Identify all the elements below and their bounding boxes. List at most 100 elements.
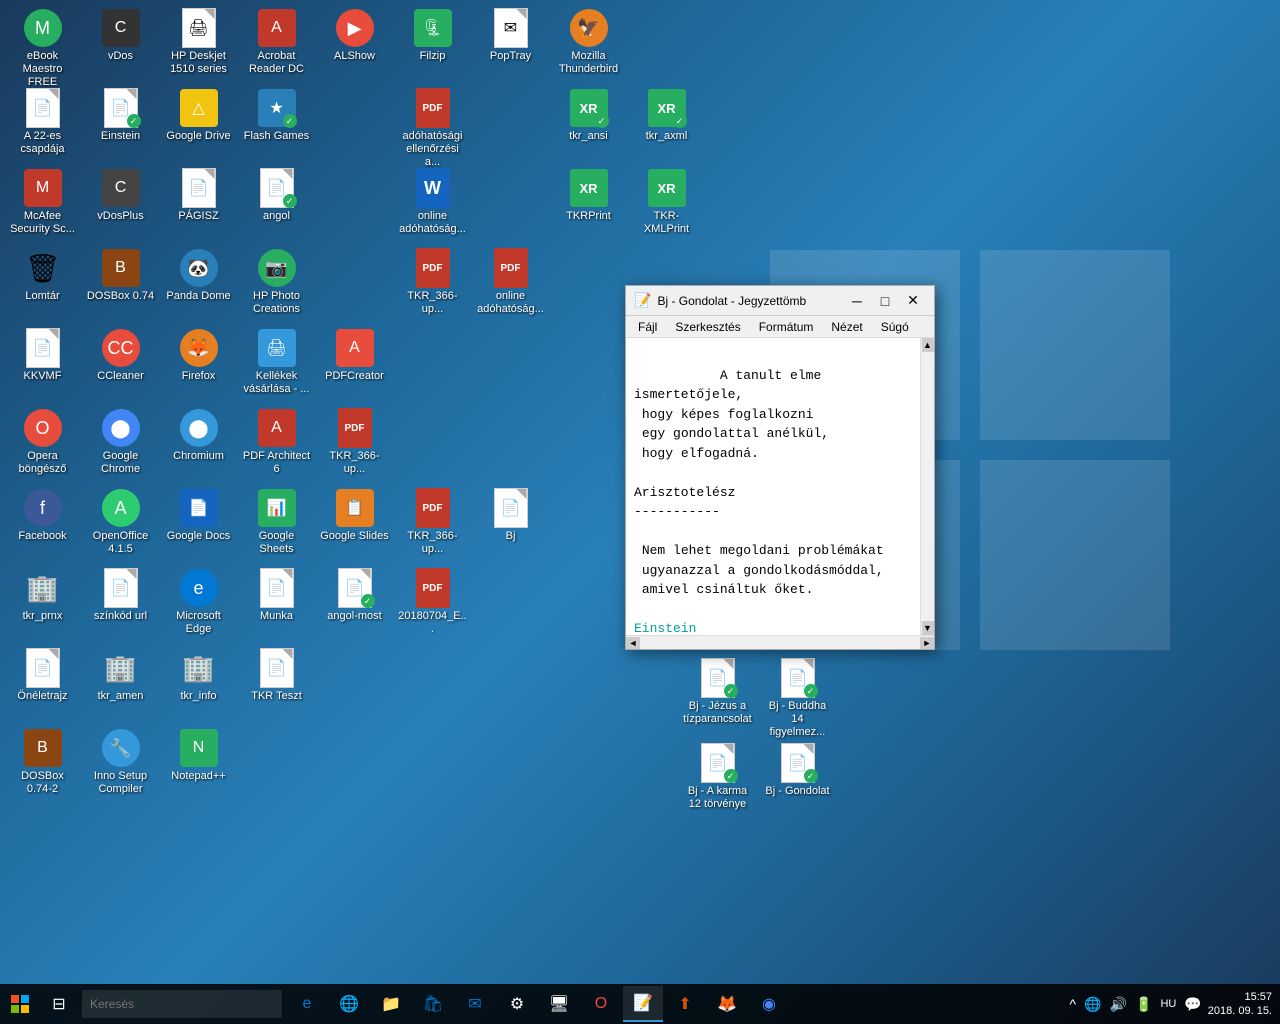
desktop-icon-dosbox074[interactable]: BDOSBox 0.74: [83, 245, 158, 306]
start-button[interactable]: [0, 984, 40, 1024]
desktop-icon-tkr-teszt[interactable]: 📄TKR Teszt: [239, 645, 314, 706]
desktop-icon-tkr-amen[interactable]: 🏢tkr_amen: [83, 645, 158, 706]
systray-sound[interactable]: 🔊: [1108, 996, 1129, 1013]
notepad-close-button[interactable]: ✕: [900, 290, 926, 312]
desktop-icon-tkr-prnx[interactable]: 🏢tkr_prnx: [5, 565, 80, 626]
desktop-icon-munka[interactable]: 📄Munka: [239, 565, 314, 626]
desktop-icon-openoffice[interactable]: AOpenOffice 4.1.5: [83, 485, 158, 559]
systray-network[interactable]: 🌐: [1082, 996, 1103, 1013]
desktop-icon-facebook[interactable]: fFacebook: [5, 485, 80, 546]
desktop-icon-oneletrajz[interactable]: 📄Önéletrajz: [5, 645, 80, 706]
scroll-down-button[interactable]: ▼: [922, 621, 934, 635]
systray-notifications[interactable]: 💬: [1182, 996, 1203, 1013]
taskbar-firefox-icon[interactable]: 🦊: [707, 986, 747, 1022]
taskbar-clock[interactable]: 15:57 2018. 09. 15.: [1208, 990, 1272, 1019]
desktop-icon-einstein[interactable]: 📄✓Einstein: [83, 85, 158, 146]
taskbar-opera-icon[interactable]: O: [581, 986, 621, 1022]
desktop-icon-bj-jezus[interactable]: 📄✓Bj - Jézus a tízparancsolat: [680, 655, 755, 729]
desktop-icon-alshow[interactable]: ▶ALShow: [317, 5, 392, 66]
desktop-icon-angol-most[interactable]: 📄✓angol-most: [317, 565, 392, 626]
icon-label-facebook: Facebook: [18, 530, 66, 543]
taskbar-np-icon[interactable]: 📝: [623, 986, 663, 1022]
desktop-icon-chromium[interactable]: ⬤Chromium: [161, 405, 236, 466]
notepad-menu-edit[interactable]: Szerkesztés: [667, 316, 748, 338]
desktop-icon-20180704[interactable]: PDF20180704_E...: [395, 565, 470, 639]
desktop-icon-vdosplus[interactable]: CvDosPlus: [83, 165, 158, 226]
taskbar-mail-icon[interactable]: ✉: [455, 986, 495, 1022]
desktop-icon-pdf-architect[interactable]: APDF Architect 6: [239, 405, 314, 479]
desktop-icon-acrobat[interactable]: AAcrobat Reader DC: [239, 5, 314, 79]
notepad-menu-format[interactable]: Formátum: [751, 316, 822, 338]
desktop-icon-tkr-366-3[interactable]: PDFTKR_366-up...: [395, 485, 470, 559]
desktop-icon-tkr-axml[interactable]: XR✓tkr_axml: [629, 85, 704, 146]
scroll-right-button[interactable]: ►: [920, 637, 934, 649]
desktop-icon-inno-setup[interactable]: 🔧Inno Setup Compiler: [83, 725, 158, 799]
desktop-icon-online-adohat1[interactable]: Wonline adóhatóság...: [395, 165, 470, 239]
systray-keyboard[interactable]: HU: [1158, 998, 1178, 1010]
desktop-icon-tkr-366-1[interactable]: PDFTKR_366-up...: [395, 245, 470, 319]
desktop-icon-szinkod-url[interactable]: 📄színkód url: [83, 565, 158, 626]
taskbar-chrome-icon[interactable]: ◉: [749, 986, 789, 1022]
desktop-icon-notepadpp[interactable]: NNotepad++: [161, 725, 236, 786]
desktop-icon-bj[interactable]: 📄Bj: [473, 485, 548, 546]
desktop-icon-angol[interactable]: 📄✓angol: [239, 165, 314, 226]
desktop-icon-kellekek[interactable]: 🖨Kellékek vásárlása - ...: [239, 325, 314, 399]
taskbar-edge-icon[interactable]: e: [287, 986, 327, 1022]
notepad-minimize-button[interactable]: ─: [844, 290, 870, 312]
taskbar-search-input[interactable]: [82, 990, 282, 1018]
taskbar-store-icon[interactable]: 🛍: [413, 986, 453, 1022]
desktop-icon-lomtar[interactable]: 🗑Lomtár: [5, 245, 80, 306]
notepad-scrollbar[interactable]: ▲ ▼: [920, 338, 934, 635]
desktop-icon-bj-gondolat[interactable]: 📄✓Bj - Gondolat: [760, 740, 835, 801]
desktop-icon-ebook-maestro[interactable]: MeBook Maestro FREE: [5, 5, 80, 93]
desktop-icon-google-docs[interactable]: 📄Google Docs: [161, 485, 236, 546]
notepad-text-content[interactable]: A tanult elme ismertetőjele, hogy képes …: [626, 338, 920, 635]
systray-expand[interactable]: ^: [1068, 996, 1079, 1012]
scroll-left-button[interactable]: ◄: [626, 637, 640, 649]
desktop-icon-a22-csapda[interactable]: 📄A 22-es csapdája: [5, 85, 80, 159]
taskbar-cmd-icon[interactable]: 🖥: [539, 986, 579, 1022]
scroll-up-button[interactable]: ▲: [922, 338, 934, 352]
desktop-icon-google-chrome[interactable]: ⬤Google Chrome: [83, 405, 158, 479]
taskbar-filezilla-icon[interactable]: ⬆: [665, 986, 705, 1022]
taskbar-files-icon[interactable]: 📁: [371, 986, 411, 1022]
notepad-menu-file[interactable]: Fájl: [630, 316, 665, 338]
desktop-icon-vdos[interactable]: CvDos: [83, 5, 158, 66]
desktop-icon-ms-edge[interactable]: eMicrosoft Edge: [161, 565, 236, 639]
systray-battery[interactable]: 🔋: [1133, 996, 1154, 1013]
desktop-icon-hp-photo[interactable]: 📷HP Photo Creations: [239, 245, 314, 319]
desktop-icon-panda-dome[interactable]: 🐼Panda Dome: [161, 245, 236, 306]
desktop-icon-pagisz[interactable]: 📄PÁGISZ: [161, 165, 236, 226]
desktop-icon-ccleaner[interactable]: CCCCleaner: [83, 325, 158, 386]
desktop-icon-tkr-info[interactable]: 🏢tkr_info: [161, 645, 236, 706]
desktop-icon-thunderbird[interactable]: 🦅Mozilla Thunderbird: [551, 5, 626, 79]
desktop-icon-google-drive[interactable]: △Google Drive: [161, 85, 236, 146]
taskbar-ie-icon[interactable]: 🌐: [329, 986, 369, 1022]
desktop-icon-google-sheets[interactable]: 📊Google Sheets: [239, 485, 314, 559]
desktop-icon-firefox[interactable]: 🦊Firefox: [161, 325, 236, 386]
desktop-icon-bj-buddha[interactable]: 📄✓Bj - Buddha 14 figyelmez...: [760, 655, 835, 743]
taskbar-settings-icon[interactable]: ⚙: [497, 986, 537, 1022]
desktop-icon-mcafee[interactable]: MMcAfee Security Sc...: [5, 165, 80, 239]
desktop-icon-bj-karma[interactable]: 📄✓Bj - A karma 12 törvénye: [680, 740, 755, 814]
desktop-icon-tkrprint[interactable]: XRTKRPrint: [551, 165, 626, 226]
desktop-icon-pdf-creator[interactable]: APDFCreator: [317, 325, 392, 386]
desktop-icon-online-adohat2[interactable]: PDFonline adóhatóság...: [473, 245, 548, 319]
desktop-icon-flash-games[interactable]: ★✓Flash Games: [239, 85, 314, 146]
task-view-button[interactable]: ⊟: [41, 986, 77, 1022]
desktop-icon-adohatosagi1[interactable]: PDFadóhatósági ellenőrzési a...: [395, 85, 470, 173]
desktop-icon-tkr-xmlprint[interactable]: XRTKR-XMLPrint: [629, 165, 704, 239]
desktop-icon-tkr-366-2[interactable]: PDFTKR_366-up...: [317, 405, 392, 479]
notepad-menu-help[interactable]: Súgó: [873, 316, 917, 338]
desktop-icon-opera[interactable]: OOpera böngésző: [5, 405, 80, 479]
desktop-icon-filzip[interactable]: 🗜Filzip: [395, 5, 470, 66]
desktop-icon-kkvmf[interactable]: 📄KKVMF: [5, 325, 80, 386]
notepad-maximize-button[interactable]: □: [872, 290, 898, 312]
desktop-icon-google-slides[interactable]: 📋Google Slides: [317, 485, 392, 546]
notepad-hscrollbar[interactable]: ◄ ►: [626, 635, 934, 649]
desktop-icon-poptray[interactable]: ✉PopTray: [473, 5, 548, 66]
desktop-icon-hp-deskjet[interactable]: 🖨HP Deskjet 1510 series: [161, 5, 236, 79]
desktop-icon-dosbox2[interactable]: BDOSBox 0.74-2: [5, 725, 80, 799]
desktop-icon-tkr-ansi[interactable]: XR✓tkr_ansi: [551, 85, 626, 146]
notepad-menu-view[interactable]: Nézet: [823, 316, 870, 338]
